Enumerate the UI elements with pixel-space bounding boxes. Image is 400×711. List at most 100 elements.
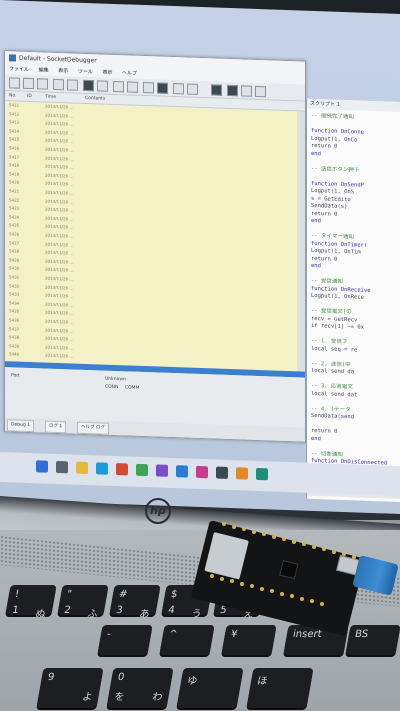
keyboard-key[interactable]: ¥: [221, 625, 277, 655]
monitor-icon[interactable]: [211, 84, 222, 96]
stop-icon[interactable]: [97, 80, 108, 92]
row-time: 2013/11/26 ...: [45, 301, 74, 308]
app-icon-purple[interactable]: [156, 464, 168, 477]
key-main-label: #: [118, 589, 129, 600]
column-contents[interactable]: Contents: [85, 94, 105, 104]
header-pin: [320, 601, 324, 606]
keyboard-key[interactable]: -: [97, 625, 153, 655]
settings-icon[interactable]: [127, 81, 138, 93]
column-time[interactable]: Time: [45, 93, 56, 102]
row-time: 2013/11/26 ...: [45, 137, 74, 144]
log-list[interactable]: 5411 2013/11/26 ... 5412 2013/11/26 ... 5413…: [5, 101, 297, 372]
key-main-label: 0: [116, 672, 126, 683]
row-time: 2013/11/26 ...: [45, 284, 74, 291]
hp-logo: hp: [145, 498, 171, 524]
vscode-icon[interactable]: [176, 465, 188, 478]
row-no: 5411: [9, 102, 20, 108]
terminal-icon[interactable]: [157, 82, 168, 94]
row-time: 2013/11/26 ...: [45, 180, 74, 187]
row-time: 2013/11/26 ...: [45, 129, 74, 136]
send-icon[interactable]: [83, 79, 94, 92]
keyboard-key[interactable]: 9よ: [36, 668, 104, 708]
disconnect-icon[interactable]: [67, 79, 78, 91]
row-no: 5430: [9, 265, 20, 272]
keyboard-key[interactable]: #3 あ: [109, 585, 161, 620]
key-main-label: ほ: [256, 676, 269, 687]
laptop-screen: Default - SocketDebugger ファイル 編集 表示 ツール …: [0, 0, 400, 514]
mail-icon[interactable]: [116, 463, 128, 476]
key-sub-label: 4: [167, 605, 176, 616]
row-no: 5414: [9, 128, 20, 134]
menu-item[interactable]: 表示: [58, 68, 68, 74]
window-icon[interactable]: [241, 85, 252, 97]
keyboard-key[interactable]: ^: [159, 625, 215, 655]
help-icon[interactable]: [255, 85, 266, 98]
row-no: 5433: [9, 291, 20, 297]
header-pin: [312, 544, 316, 549]
port-label: Port: [11, 373, 20, 379]
menu-item[interactable]: 編集: [39, 67, 49, 73]
app-icon-teal[interactable]: [256, 467, 268, 481]
clear-icon[interactable]: [113, 80, 124, 93]
header-pin: [210, 574, 214, 578]
row-no: 5434: [9, 300, 20, 306]
app-icon-orange[interactable]: [236, 467, 248, 480]
row-time: 2013/11/26 ...: [45, 112, 74, 119]
header-pin: [220, 576, 224, 581]
row-no: 5428: [9, 248, 20, 254]
menu-item[interactable]: ファイル: [9, 66, 29, 73]
keyboard-key[interactable]: BS: [345, 625, 400, 655]
row-time: 2013/11/26 ...: [45, 206, 74, 213]
row-no: 5419: [9, 171, 20, 177]
browser-icon[interactable]: [96, 462, 108, 475]
key-main-label: insert: [292, 629, 323, 640]
folder-icon[interactable]: [76, 461, 88, 475]
filter-icon[interactable]: [187, 83, 198, 95]
row-no: 5425: [9, 222, 20, 229]
app-icon: [9, 54, 16, 62]
app-icon-pink[interactable]: [196, 465, 208, 479]
status-label: Unknown: [105, 376, 126, 383]
start-icon[interactable]: [36, 460, 48, 473]
header-pin: [302, 542, 306, 546]
row-no: 5424: [9, 214, 20, 220]
menu-item[interactable]: ツール: [78, 69, 93, 76]
menu-item[interactable]: 表示: [102, 70, 112, 76]
connect-icon[interactable]: [53, 78, 64, 91]
column-id[interactable]: ID: [27, 92, 32, 101]
row-no: 5426: [9, 231, 20, 237]
tab-log[interactable]: ログ 1: [45, 420, 67, 434]
menu-item[interactable]: ヘルプ: [122, 70, 137, 77]
row-no: 5413: [9, 119, 20, 125]
row-no: 5421: [9, 188, 20, 194]
row-no: 5438: [9, 334, 20, 340]
keyboard-key[interactable]: " 2 ふ: [57, 585, 109, 620]
column-no[interactable]: No.: [9, 91, 16, 100]
save-icon[interactable]: [37, 78, 48, 90]
search-icon[interactable]: [56, 460, 68, 474]
log-scrollbar[interactable]: [297, 111, 305, 372]
new-icon[interactable]: [9, 77, 20, 89]
comm-label: COMM: [125, 385, 140, 391]
header-pin: [272, 534, 276, 539]
keyboard-key[interactable]: ! 1 ぬ: [5, 585, 57, 620]
open-icon[interactable]: [23, 77, 34, 90]
keyboard-key[interactable]: ほ: [246, 668, 314, 708]
chrome-icon[interactable]: [136, 463, 148, 477]
keyboard-key[interactable]: ゆ: [176, 668, 244, 708]
row-time: 2013/11/26 ...: [45, 275, 74, 282]
screen-icon[interactable]: [227, 84, 238, 97]
tab-debug[interactable]: Debug 1: [7, 419, 35, 433]
key-main-label: ^: [168, 629, 179, 640]
row-no: 5437: [9, 325, 20, 332]
header-pin: [282, 537, 286, 541]
row-time: 2013/11/26 ...: [45, 335, 74, 342]
script-editor-window: スクリプト 1 -- 接続完了通知 function OnConne Logput…: [306, 98, 400, 503]
script-icon[interactable]: [143, 81, 154, 94]
terminal-taskbar-icon[interactable]: [216, 466, 228, 479]
header-pin: [250, 584, 254, 588]
row-time: 2013/11/26 ...: [45, 318, 74, 325]
keyboard-key[interactable]: 0 を わ: [106, 668, 174, 708]
tab-help-log[interactable]: ヘルプ ログ: [77, 421, 109, 435]
log-icon[interactable]: [173, 83, 184, 95]
